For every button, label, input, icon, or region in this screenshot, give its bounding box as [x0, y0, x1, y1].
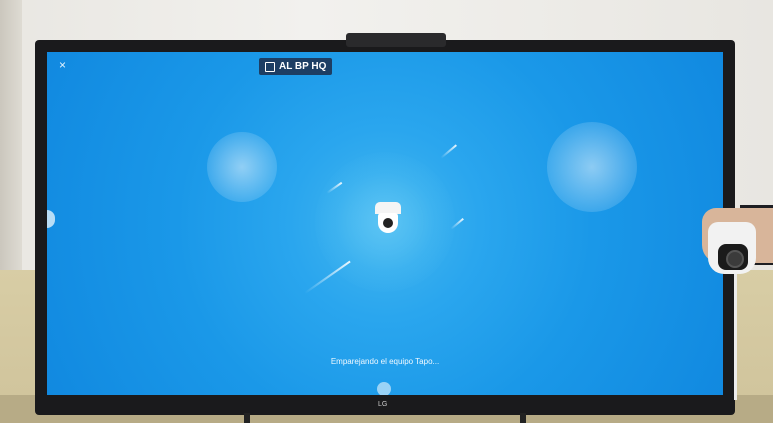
home-icon: [265, 61, 275, 72]
loading-indicator: [377, 382, 391, 395]
home-badge: AL BP HQ: [259, 58, 333, 75]
sparkle-streak: [440, 144, 457, 159]
tv-webcam: [346, 33, 446, 47]
physical-tapo-camera: [708, 222, 756, 274]
badge-label: AL BP HQ: [279, 61, 327, 72]
tv-stand-leg: [244, 413, 250, 423]
light-glow: [207, 132, 277, 202]
tv-stand-leg: [520, 413, 526, 423]
camera-cable: [734, 270, 737, 400]
tv-screen: × AL BP HQ Emparejando el equipo Tapo...: [47, 52, 723, 395]
tv-brand-logo: LG: [378, 401, 388, 408]
close-icon[interactable]: ×: [59, 58, 66, 72]
light-glow: [547, 122, 637, 212]
pairing-status: Emparejando el equipo Tapo...: [330, 357, 440, 366]
camera-icon: [375, 202, 401, 234]
